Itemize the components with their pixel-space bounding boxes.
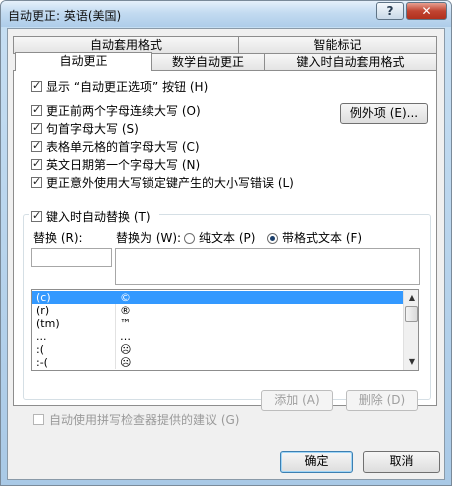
formatted-text-radio[interactable]: [267, 233, 278, 244]
list-item[interactable]: :( ☹: [32, 343, 403, 356]
list-item[interactable]: (c) ©: [32, 291, 403, 304]
list-item[interactable]: (tm) ™: [32, 317, 403, 330]
replace-as-you-type-checkbox[interactable]: [31, 209, 42, 223]
ok-button[interactable]: 确定: [280, 451, 353, 473]
list-item-from: (c): [36, 291, 51, 304]
caps-lock-label: 更正意外使用大写锁定键产生的大小写错误 (L): [46, 176, 294, 190]
tab-smart-tags[interactable]: 智能标记: [238, 36, 437, 54]
list-item-from: ...: [36, 330, 47, 343]
formatted-text-label: 带格式文本 (F): [282, 231, 363, 245]
list-item-from: (r): [36, 304, 50, 317]
list-item-from: (tm): [36, 317, 60, 330]
list-item-to: …: [120, 330, 131, 343]
list-scrollbar[interactable]: ▲ ▼: [403, 290, 418, 370]
list-item-from: :(: [36, 343, 44, 356]
list-item-to: ☹: [120, 343, 132, 356]
dialog-title: 自动更正: 英语(美国): [8, 9, 122, 23]
capitalize-days-label: 英文日期第一个字母大写 (N): [46, 158, 201, 172]
tab-math-autocorrect[interactable]: 数学自动更正: [151, 53, 265, 71]
cancel-button[interactable]: 取消: [363, 451, 440, 473]
show-buttons-checkbox[interactable]: [31, 79, 42, 93]
tab-autocorrect[interactable]: 自动更正: [15, 52, 152, 71]
replacement-list[interactable]: (c) © (r) ® (tm) ™ ... … :( ☹ :-( ☹ ▲ ▼: [31, 289, 419, 371]
show-buttons-label: 显示 “自动更正选项” 按钮 (H): [46, 80, 209, 94]
autocorrect-dialog: 自动更正: 英语(美国) ? ✕ 自动套用格式 智能标记 数学自动更正 键入时自…: [0, 0, 452, 486]
close-button[interactable]: ✕: [406, 2, 447, 20]
add-button[interactable]: 添加 (A): [261, 390, 333, 411]
plain-text-radio[interactable]: [184, 233, 195, 244]
spelling-suggestions-checkbox[interactable]: [33, 414, 44, 425]
list-item[interactable]: (r) ®: [32, 304, 403, 317]
scroll-up-icon[interactable]: ▲: [406, 292, 418, 304]
delete-button[interactable]: 删除 (D): [346, 390, 418, 411]
capitalize-days-checkbox[interactable]: [31, 157, 42, 171]
replace-label: 替换 (R):: [33, 231, 83, 245]
tab-autoformat-as-you-type[interactable]: 键入时自动套用格式: [264, 53, 437, 71]
caps-lock-checkbox[interactable]: [31, 175, 42, 189]
list-item[interactable]: ... …: [32, 330, 403, 343]
list-item-to: ™: [120, 317, 131, 330]
exceptions-button[interactable]: 例外项 (E)...: [340, 103, 428, 124]
with-label: 替换为 (W):: [116, 231, 182, 245]
scroll-thumb[interactable]: [405, 306, 418, 322]
capitalize-sentences-label: 句首字母大写 (S): [46, 122, 139, 136]
capitalize-table-cells-checkbox[interactable]: [31, 139, 42, 153]
scroll-down-icon[interactable]: ▼: [406, 356, 418, 368]
list-item[interactable]: :-( ☹: [32, 356, 403, 369]
two-initial-caps-checkbox[interactable]: [31, 103, 42, 117]
list-item-to: ☹: [120, 356, 132, 369]
help-button[interactable]: ?: [376, 2, 404, 20]
list-item-to: ©: [120, 291, 131, 304]
capitalize-table-cells-label: 表格单元格的首字母大写 (C): [46, 140, 200, 154]
capitalize-sentences-checkbox[interactable]: [31, 121, 42, 135]
spelling-suggestions-label: 自动使用拼写检查器提供的建议 (G): [49, 413, 240, 427]
list-item-to: ®: [120, 304, 131, 317]
with-input[interactable]: [115, 248, 420, 285]
list-item-from: :-(: [36, 356, 48, 369]
replace-input[interactable]: [31, 248, 112, 267]
plain-text-label: 纯文本 (P): [199, 231, 256, 245]
title-bar[interactable]: 自动更正: 英语(美国) ? ✕: [1, 1, 451, 27]
replace-as-you-type-label: 键入时自动替换 (T): [46, 210, 151, 224]
two-initial-caps-label: 更正前两个字母连续大写 (O): [46, 104, 201, 118]
